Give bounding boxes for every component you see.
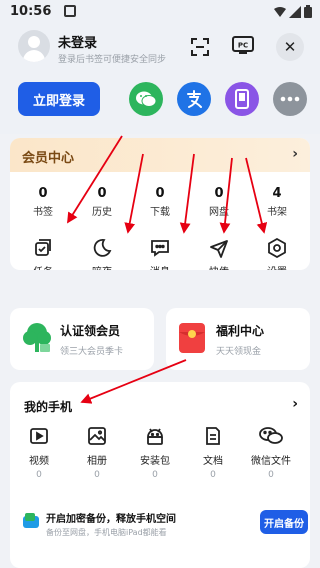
close-button[interactable]: ✕	[276, 33, 304, 61]
phone-item-apk[interactable]: 安装包 0	[126, 426, 184, 480]
promo-verify-member[interactable]: 认证领会员 领三大会员季卡	[10, 308, 154, 370]
message-icon	[151, 240, 169, 257]
user-name[interactable]: 未登录	[58, 32, 97, 51]
more-login-icon[interactable]	[273, 82, 307, 116]
send-icon	[210, 240, 228, 258]
stat-label: 网盘	[209, 207, 229, 218]
settings-icon	[268, 238, 286, 258]
alipay-login-icon[interactable]	[177, 82, 211, 116]
tree-icon	[23, 323, 51, 352]
stat-label: 书架	[267, 207, 287, 218]
wechat-icon	[259, 427, 283, 444]
user-subtitle: 登录后书签可便捷安全同步	[58, 55, 167, 65]
phone-item-count: 0	[210, 470, 216, 480]
tool-dark-mode[interactable]: 暗夜	[77, 238, 127, 270]
phone-item-wechat-files[interactable]: 微信文件 0	[242, 426, 300, 480]
tool-label: 快传	[194, 263, 244, 270]
signal-icon	[289, 5, 301, 18]
stat-value: 4	[272, 186, 282, 201]
phone-item-document[interactable]: 文档 0	[184, 426, 242, 480]
status-indicators	[274, 5, 312, 18]
tool-quick-send[interactable]: 快传	[194, 238, 244, 270]
tool-label: 设置	[252, 263, 302, 270]
promo-subtitle: 天天领现金	[216, 347, 262, 357]
phone-item-count: 0	[94, 470, 100, 480]
tool-messages[interactable]: 消息	[135, 238, 185, 270]
stat-history[interactable]: 0 历史	[77, 186, 127, 218]
backup-banner: 开启加密备份，释放手机空间 备份至网盘，手机电脑iPad都能看 开启备份	[18, 506, 308, 546]
tablet-login-icon[interactable]	[225, 82, 259, 116]
phone-item-label: 视频	[29, 456, 49, 467]
scan-icon[interactable]	[188, 35, 212, 59]
wifi-icon	[274, 6, 286, 17]
backup-title: 开启加密备份，释放手机空间	[46, 514, 176, 525]
chevron-right-icon[interactable]: ›	[292, 146, 298, 162]
promo-title: 认证领会员	[60, 324, 121, 338]
status-time: 10:56	[10, 4, 52, 19]
member-center-card: 会员中心 › 0 书签 0 历史 0 下载 0 网盘 4 书架 任务 暗夜 消息 快传 设…	[10, 138, 310, 270]
notification-icon	[64, 5, 76, 17]
task-icon	[35, 239, 51, 256]
my-phone-title[interactable]: 我的手机	[24, 398, 72, 415]
wechat-login-icon[interactable]	[129, 82, 163, 116]
phone-item-count: 0	[268, 470, 274, 480]
stat-label: 下载	[150, 207, 170, 218]
backup-subtitle: 备份至网盘，手机电脑iPad都能看	[46, 528, 167, 537]
phone-item-label: 安装包	[140, 456, 170, 467]
cloud-backup-icon	[23, 513, 39, 528]
video-icon	[30, 428, 48, 444]
tool-label: 暗夜	[77, 263, 127, 270]
album-icon	[88, 427, 106, 445]
my-phone-card: 我的手机 › 视频 0 相册 0 安装包 0 文档 0 微信文件 0 开启加密备…	[10, 382, 310, 568]
login-button[interactable]: 立即登录	[18, 82, 100, 116]
promo-welfare-center[interactable]: 福利中心 天天领现金	[166, 308, 310, 370]
stat-label: 书签	[33, 207, 53, 218]
stat-value: 0	[155, 186, 165, 201]
tool-task[interactable]: 任务	[18, 238, 68, 270]
stat-value: 0	[97, 186, 107, 201]
stat-downloads[interactable]: 0 下载	[135, 186, 185, 218]
stat-bookmarks[interactable]: 0 书签	[18, 186, 68, 218]
tool-label: 消息	[135, 263, 185, 270]
phone-item-album[interactable]: 相册 0	[68, 426, 126, 480]
phone-item-count: 0	[152, 470, 158, 480]
promo-title: 福利中心	[216, 324, 265, 338]
avatar[interactable]	[18, 30, 50, 62]
phone-item-video[interactable]: 视频 0	[10, 426, 68, 480]
phone-item-label: 微信文件	[251, 456, 291, 467]
stat-value: 0	[214, 186, 224, 201]
stat-cloud-drive[interactable]: 0 网盘	[194, 186, 244, 218]
battery-icon	[304, 5, 312, 18]
android-icon	[147, 428, 163, 445]
stat-label: 历史	[92, 207, 112, 218]
enable-backup-button[interactable]: 开启备份	[260, 510, 308, 534]
pc-transfer-icon[interactable]: PC	[230, 34, 256, 58]
stat-value: 0	[38, 186, 48, 201]
member-center-title: 会员中心	[22, 151, 75, 166]
pc-label: PC	[238, 42, 248, 50]
document-icon	[206, 427, 220, 445]
phone-item-label: 相册	[87, 456, 107, 467]
phone-item-label: 文档	[203, 456, 223, 467]
promo-subtitle: 领三大会员季卡	[60, 347, 124, 357]
tool-settings[interactable]: 设置	[252, 238, 302, 270]
chevron-right-icon[interactable]: ›	[292, 396, 298, 412]
red-envelope-icon	[179, 323, 205, 353]
member-center-header[interactable]: 会员中心 ›	[10, 138, 310, 172]
stat-bookshelf[interactable]: 4 书架	[252, 186, 302, 218]
moon-icon	[93, 239, 112, 257]
tool-label: 任务	[18, 263, 68, 270]
phone-item-count: 0	[36, 470, 42, 480]
